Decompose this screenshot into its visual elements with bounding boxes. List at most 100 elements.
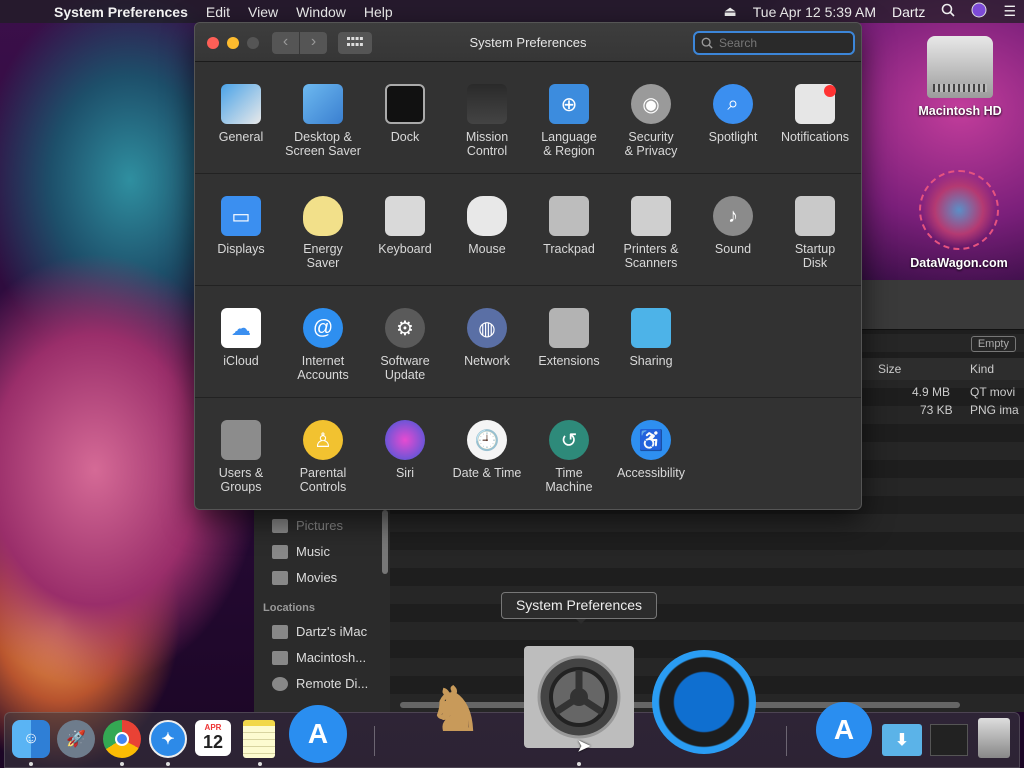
- title-bar: ‹ › System Preferences: [195, 23, 861, 62]
- keyboard-icon: [385, 196, 425, 236]
- user-menu[interactable]: Dartz: [884, 4, 933, 20]
- pref-pane-sound[interactable]: ♪ Sound: [692, 174, 774, 256]
- pref-pane-dock[interactable]: Dock: [364, 62, 446, 144]
- column-size[interactable]: Size: [878, 362, 901, 376]
- hard-drive-icon: [927, 36, 993, 98]
- dock-tooltip: System Preferences: [501, 592, 657, 624]
- search-icon: [701, 37, 713, 49]
- pref-pane-software-update[interactable]: ⚙ Software Update: [364, 286, 446, 382]
- sidebar-item-pictures[interactable]: Pictures: [272, 518, 343, 533]
- notes-icon[interactable]: [243, 720, 275, 758]
- accessibility-icon: ♿: [631, 420, 671, 460]
- sidebar-item-remote-disc[interactable]: Remote Di...: [272, 676, 368, 691]
- search-field[interactable]: [693, 31, 855, 55]
- macintosh-hd-desktop-icon[interactable]: Macintosh HD: [906, 36, 1014, 118]
- pref-pane-mission-control[interactable]: Mission Control: [446, 62, 528, 158]
- sidebar-item-movies[interactable]: Movies: [272, 570, 337, 585]
- search-input[interactable]: [719, 36, 839, 50]
- pane-row: Users & Groups ♙ Parental Controls Siri 🕘 Dat…: [195, 398, 861, 509]
- pref-pane-parental[interactable]: ♙ Parental Controls: [282, 398, 364, 494]
- pref-pane-language[interactable]: ⊕ Language & Region: [528, 62, 610, 158]
- pref-pane-label: Sound: [714, 242, 752, 256]
- table-row[interactable]: 4.9 MB QT movi: [862, 383, 1024, 401]
- parental-icon: ♙: [303, 420, 343, 460]
- column-kind[interactable]: Kind: [970, 362, 994, 376]
- datawagon-desktop-icon[interactable]: DataWagon.com: [900, 170, 1018, 270]
- pref-pane-internet-accounts[interactable]: @ Internet Accounts: [282, 286, 364, 382]
- pref-pane-extensions[interactable]: Extensions: [528, 286, 610, 368]
- security-icon: ◉: [631, 84, 671, 124]
- empty-trash-button[interactable]: Empty: [970, 336, 1016, 352]
- pref-pane-sharing[interactable]: Sharing: [610, 286, 692, 368]
- system-preferences-icon[interactable]: [524, 646, 634, 748]
- pref-pane-energy[interactable]: Energy Saver: [282, 174, 364, 270]
- pref-pane-siri[interactable]: Siri: [364, 398, 446, 480]
- chess-icon[interactable]: ♞: [400, 660, 510, 760]
- menu-window[interactable]: Window: [287, 4, 355, 20]
- pref-pane-users[interactable]: Users & Groups: [200, 398, 282, 494]
- pref-pane-time-machine[interactable]: ↺ Time Machine: [528, 398, 610, 494]
- pref-pane-label: Sharing: [629, 354, 673, 368]
- pref-pane-network[interactable]: ◍ Network: [446, 286, 528, 368]
- pref-pane-startup-disk[interactable]: Startup Disk: [774, 174, 856, 270]
- pref-pane-accessibility[interactable]: ♿ Accessibility: [610, 398, 692, 480]
- app-menu[interactable]: System Preferences: [54, 4, 197, 20]
- siri-icon[interactable]: [963, 2, 995, 21]
- mouse-cursor-icon: ➤: [577, 738, 591, 755]
- pref-pane-trackpad[interactable]: Trackpad: [528, 174, 610, 256]
- pref-pane-spotlight[interactable]: ⌕ Spotlight: [692, 62, 774, 144]
- pref-pane-displays[interactable]: ▭ Displays: [200, 174, 282, 256]
- app-store-icon[interactable]: A: [816, 702, 872, 758]
- launchpad-icon[interactable]: 🚀: [57, 720, 95, 758]
- pref-pane-label: Displays: [217, 242, 265, 256]
- trash-icon[interactable]: [978, 718, 1010, 758]
- sidebar-item-imac[interactable]: Dartz's iMac: [272, 624, 367, 639]
- downloads-icon[interactable]: ⬇: [882, 724, 922, 756]
- desktop-icon-label: Macintosh HD: [918, 104, 1002, 118]
- pref-pane-label: Network: [464, 354, 510, 368]
- computer-icon: [272, 624, 288, 639]
- pref-pane-label: Internet Accounts: [297, 354, 349, 382]
- preference-pane-grid: General Desktop & Screen Saver Dock Mission…: [195, 62, 861, 509]
- pref-pane-label: Security & Privacy: [624, 130, 678, 158]
- sidebar-item-music[interactable]: Music: [272, 544, 330, 559]
- pref-pane-label: Time Machine: [545, 466, 593, 494]
- dock-icon: [385, 84, 425, 124]
- document-icon[interactable]: [930, 724, 968, 756]
- pref-pane-label: iCloud: [223, 354, 259, 368]
- pref-pane-general[interactable]: General: [200, 62, 282, 144]
- notification-center-icon[interactable]: ☰: [995, 3, 1024, 20]
- search-icon[interactable]: [933, 3, 963, 20]
- pane-row: ☁ iCloud @ Internet Accounts ⚙ Software Updat…: [195, 286, 861, 398]
- pref-pane-date-time[interactable]: 🕘 Date & Time: [446, 398, 528, 480]
- pref-pane-mouse[interactable]: Mouse: [446, 174, 528, 256]
- sidebar-item-macintosh[interactable]: Macintosh...: [272, 650, 366, 665]
- notification-badge-icon: [824, 85, 836, 97]
- running-indicator: [258, 762, 262, 766]
- pref-pane-printer[interactable]: Printers & Scanners: [610, 174, 692, 270]
- finder-icon[interactable]: ☺: [12, 720, 50, 758]
- pref-pane-label: Desktop & Screen Saver: [285, 130, 361, 158]
- pref-pane-icloud[interactable]: ☁ iCloud: [200, 286, 282, 368]
- dock-separator: [786, 726, 787, 756]
- clock[interactable]: Tue Apr 12 5:39 AM: [745, 4, 884, 20]
- calendar-icon[interactable]: APR 12: [195, 720, 231, 756]
- menu-edit[interactable]: Edit: [197, 4, 239, 20]
- pref-pane-security[interactable]: ◉ Security & Privacy: [610, 62, 692, 158]
- extensions-icon: [549, 308, 589, 348]
- quicktime-icon[interactable]: [652, 650, 756, 754]
- eject-icon[interactable]: ⏏: [716, 3, 745, 20]
- pref-pane-label: Extensions: [538, 354, 600, 368]
- sidebar-scrollbar[interactable]: [382, 510, 388, 574]
- chrome-icon[interactable]: [103, 720, 141, 758]
- table-row[interactable]: 73 KB PNG ima: [862, 401, 1024, 419]
- pref-pane-keyboard[interactable]: Keyboard: [364, 174, 446, 256]
- pref-pane-desktop[interactable]: Desktop & Screen Saver: [282, 62, 364, 158]
- menu-view[interactable]: View: [239, 4, 287, 20]
- pref-pane-label: Energy Saver: [303, 242, 343, 270]
- app-store-icon[interactable]: A: [289, 705, 347, 763]
- menu-help[interactable]: Help: [355, 4, 402, 20]
- pref-pane-notifications[interactable]: Notifications: [774, 62, 856, 144]
- users-icon: [221, 420, 261, 460]
- safari-icon[interactable]: ✦: [149, 720, 187, 758]
